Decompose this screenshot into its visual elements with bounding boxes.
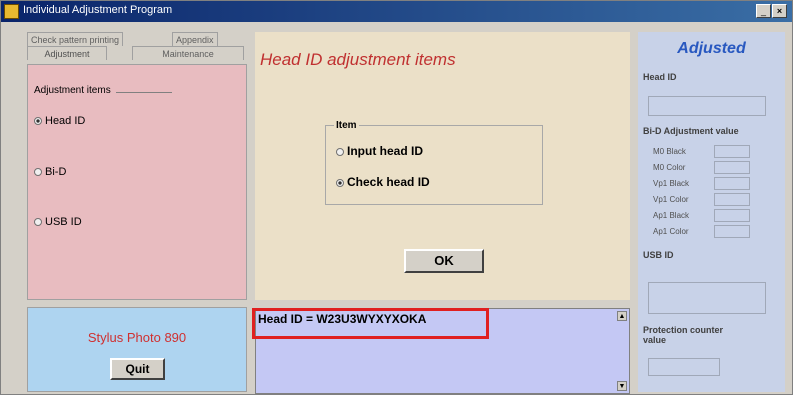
bid-value-box	[714, 145, 750, 158]
tab-appendix[interactable]: Appendix	[172, 32, 218, 46]
panel-title: Head ID adjustment items	[260, 50, 456, 69]
radio-head-id[interactable]: Head ID	[34, 115, 85, 127]
scroll-down-icon[interactable]: ▼	[617, 381, 627, 391]
printer-model-name: Stylus Photo 890	[87, 330, 187, 345]
scroll-up-icon[interactable]: ▲	[617, 311, 627, 321]
radio-usb-id-label: USB ID	[45, 216, 82, 228]
head-id-panel: Head ID adjustment items Item Input head…	[255, 32, 630, 300]
radio-unselected-icon[interactable]	[336, 147, 344, 156]
radio-input-head-id[interactable]: Input head ID	[336, 144, 423, 158]
tab-adjustment[interactable]: Adjustment	[27, 46, 107, 60]
item-group: Item Input head ID Check head ID	[325, 120, 543, 205]
bid-value-box	[714, 177, 750, 190]
adjustment-items-label: Adjustment items	[34, 85, 111, 96]
bid-adjustment-label: Bi-D Adjustment value	[643, 126, 739, 136]
bid-row-label: Ap1 Color	[653, 227, 689, 236]
head-id-label: Head ID	[643, 72, 677, 82]
bid-value-box	[714, 225, 750, 238]
radio-unselected-icon[interactable]	[34, 218, 42, 227]
close-button[interactable]: ×	[772, 4, 787, 18]
adjusted-panel: Adjusted Head ID Bi-D Adjustment value M…	[638, 32, 785, 392]
protection-counter-value	[648, 358, 720, 376]
radio-selected-icon[interactable]	[336, 178, 344, 187]
radio-check-head-id[interactable]: Check head ID	[336, 175, 430, 189]
tab-row-bottom: Adjustment Maintenance	[27, 46, 247, 60]
radio-input-head-id-label: Input head ID	[347, 144, 423, 158]
adjusted-title: Adjusted	[677, 40, 746, 57]
title-bar[interactable]: Individual Adjustment Program _ ×	[1, 1, 792, 22]
radio-check-head-id-label: Check head ID	[347, 175, 430, 189]
bid-value-box	[714, 209, 750, 222]
bid-row-label: Vp1 Black	[653, 179, 690, 188]
result-highlight-box	[252, 308, 489, 339]
app-icon	[4, 4, 19, 19]
minimize-button[interactable]: _	[756, 4, 771, 18]
bid-row-label: M0 Black	[653, 147, 686, 156]
ok-button[interactable]: OK	[404, 249, 484, 273]
bid-value-box	[714, 193, 750, 206]
tab-row-top: Check pattern printing Appendix	[27, 32, 247, 46]
bid-row-label: M0 Color	[653, 163, 686, 172]
bid-row-label: Ap1 Black	[653, 211, 690, 220]
item-group-label: Item	[334, 120, 359, 131]
model-panel: Stylus Photo 890 Quit	[27, 307, 247, 392]
radio-usb-id[interactable]: USB ID	[34, 216, 82, 228]
radio-unselected-icon[interactable]	[34, 168, 42, 177]
bid-row-label: Vp1 Color	[653, 195, 689, 204]
usb-id-label: USB ID	[643, 250, 674, 260]
group-divider	[116, 92, 172, 93]
bid-value-box	[714, 161, 750, 174]
window-title: Individual Adjustment Program	[23, 4, 173, 16]
tab-check-pattern-printing[interactable]: Check pattern printing	[27, 32, 124, 46]
radio-bi-d[interactable]: Bi-D	[34, 166, 66, 178]
radio-selected-icon[interactable]	[34, 117, 42, 126]
adjustment-items-panel: Adjustment items Head ID Bi-D USB ID	[27, 64, 247, 300]
tab-maintenance[interactable]: Maintenance	[132, 46, 244, 60]
protection-counter-label: Protection counter value	[643, 325, 724, 345]
radio-head-id-label: Head ID	[45, 115, 86, 127]
usb-id-value	[648, 282, 766, 314]
radio-bi-d-label: Bi-D	[45, 166, 67, 178]
quit-button[interactable]: Quit	[110, 358, 165, 380]
head-id-value	[648, 96, 766, 116]
